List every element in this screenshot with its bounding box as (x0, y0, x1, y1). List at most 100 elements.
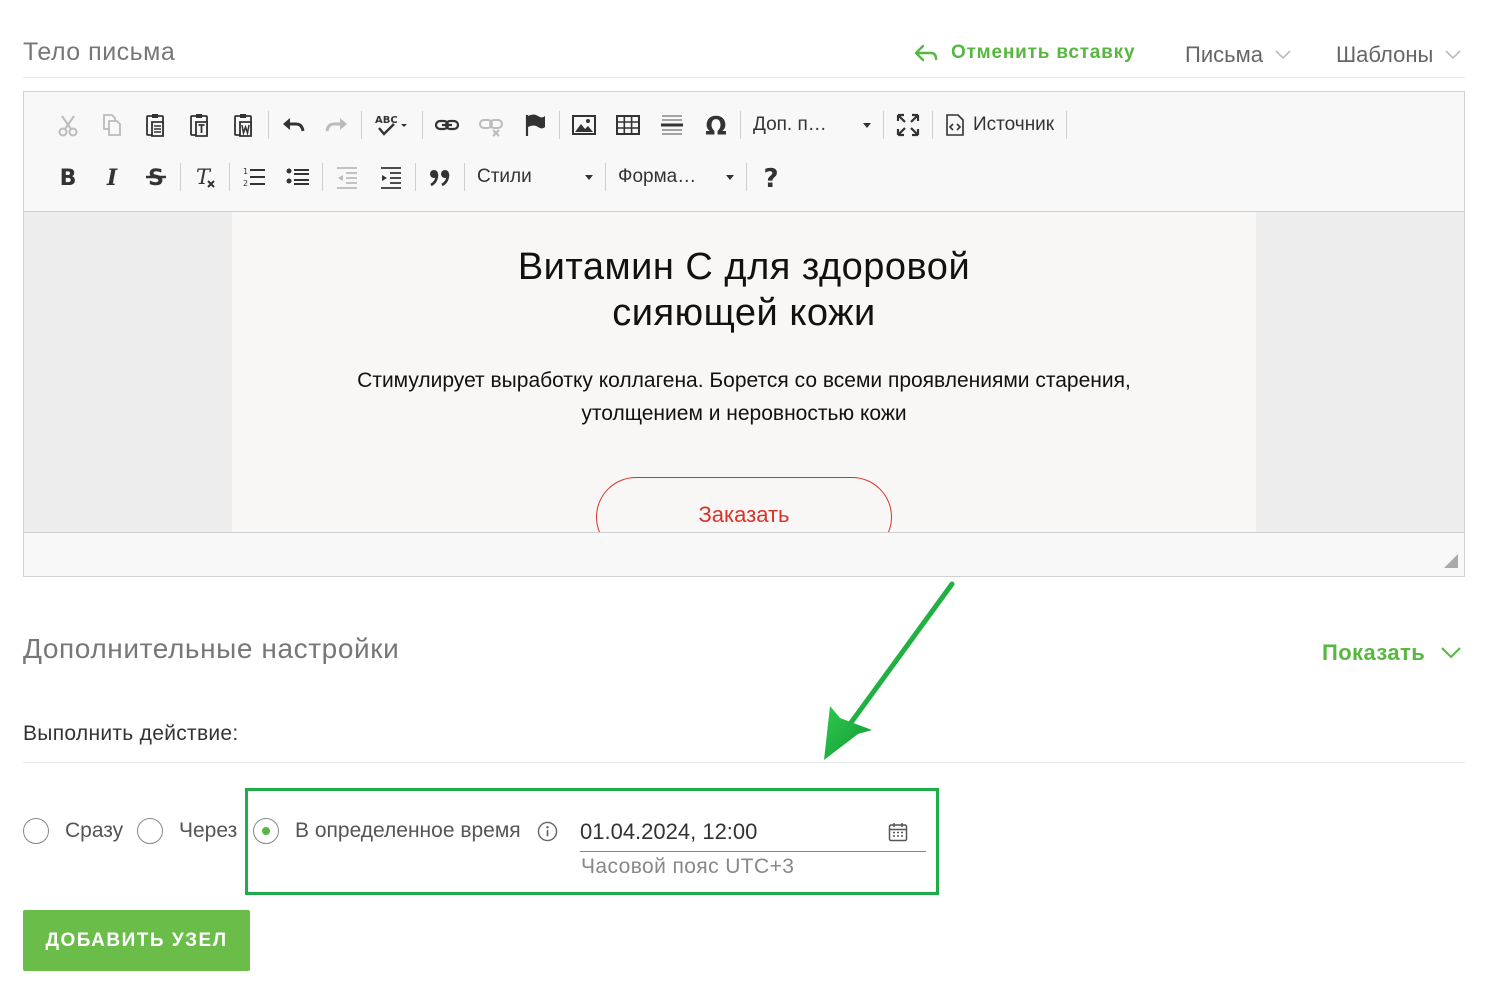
email-headline: Витамин С для здоровой сияющей кожи (232, 244, 1256, 336)
indent-button[interactable] (369, 157, 413, 197)
svg-text:?: ? (763, 164, 778, 190)
paste-text-icon (190, 114, 208, 137)
email-subtitle: Стимулирует выработку коллагена. Борется… (232, 364, 1256, 430)
toolbar-separator (746, 163, 747, 191)
styles-dropdown[interactable]: Стили (467, 157, 603, 197)
undo-button[interactable] (271, 105, 315, 145)
svg-text:B: B (60, 166, 77, 190)
undo-icon (283, 118, 305, 132)
svg-text:2: 2 (243, 179, 248, 188)
order-button[interactable]: Заказать (596, 477, 892, 532)
extra-plugins-label: Доп. п… (753, 114, 827, 135)
source-button[interactable]: Источник (935, 105, 1064, 145)
unlink-icon (479, 119, 503, 137)
toolbar-separator (415, 163, 416, 191)
radio-immediately[interactable]: Сразу (23, 818, 123, 844)
wysiwyg-editor: ABC Ω Доп. п… Источник B I S (23, 91, 1465, 577)
bulleted-list-icon (286, 168, 309, 185)
paste-word-icon (234, 114, 252, 137)
email-subtitle-line: утолщением и неровностью кожи (581, 402, 907, 425)
quote-icon (430, 170, 450, 187)
email-subtitle-line: Стимулирует выработку коллагена. Борется… (357, 369, 1131, 392)
outdent-icon (337, 167, 357, 189)
table-button[interactable] (606, 105, 650, 145)
italic-button[interactable]: I (90, 157, 134, 197)
spellcheck-icon: ABC (375, 115, 407, 136)
strikethrough-icon: S (146, 166, 166, 190)
remove-format-button[interactable]: T (183, 157, 227, 197)
toolbar-separator (180, 163, 181, 191)
toolbar-separator (932, 111, 933, 139)
caret-down-icon (726, 174, 734, 180)
clear-format-icon: T (196, 165, 215, 189)
templates-dropdown[interactable]: Шаблоны (1336, 42, 1461, 68)
bold-button[interactable]: B (46, 157, 90, 197)
email-body-header: Тело письма Отменить вставку Письма Шабл… (23, 30, 1465, 78)
source-code-icon (946, 114, 964, 136)
strikethrough-button[interactable]: S (134, 157, 178, 197)
datetime-value: 01.04.2024, 12:00 (580, 818, 758, 844)
maximize-icon (896, 113, 920, 137)
advanced-settings-title: Дополнительные настройки (23, 633, 400, 664)
section-title: Тело письма (23, 38, 176, 66)
redo-icon (325, 118, 347, 132)
omega-icon: Ω (705, 112, 726, 138)
cut-button[interactable] (46, 105, 90, 145)
caret-down-icon (863, 122, 871, 128)
blockquote-button[interactable] (418, 157, 462, 197)
italic-icon: I (106, 165, 118, 190)
numbered-list-button[interactable]: 12 (232, 157, 276, 197)
chevron-down-icon (1275, 50, 1291, 60)
bulleted-list-button[interactable] (276, 157, 320, 197)
radio-label: Сразу (65, 819, 124, 842)
svg-text:Ω: Ω (705, 112, 726, 138)
help-button[interactable]: ? (749, 157, 793, 197)
toolbar-row-2: B I S T 12 Стили Форма… ? (46, 157, 793, 197)
add-node-button[interactable]: ДОБАВИТЬ УЗЕЛ (23, 910, 250, 971)
redo-button[interactable] (315, 105, 359, 145)
datetime-input[interactable]: 01.04.2024, 12:00 (580, 812, 926, 852)
question-icon: ? (763, 164, 778, 190)
extra-plugins-dropdown[interactable]: Доп. п… (743, 105, 881, 145)
image-button[interactable] (562, 105, 606, 145)
maximize-button[interactable] (886, 105, 930, 145)
radio-after-delay[interactable]: Через (137, 818, 237, 844)
undo-arrow-icon (914, 44, 938, 62)
bold-icon: B (60, 166, 77, 190)
toolbar-separator (883, 111, 884, 139)
toolbar-separator (605, 163, 606, 191)
radio-circle (23, 818, 49, 844)
special-char-button[interactable]: Ω (694, 105, 738, 145)
spellcheck-button[interactable]: ABC (364, 105, 420, 145)
outdent-button[interactable] (325, 157, 369, 197)
editor-toolbar: ABC Ω Доп. п… Источник B I S (24, 92, 1464, 212)
editor-statusbar (24, 532, 1464, 576)
editor-content-area[interactable]: Витамин С для здоровой сияющей кожи Стим… (24, 212, 1464, 532)
anchor-button[interactable] (513, 105, 557, 145)
paste-word-button[interactable] (222, 105, 266, 145)
undo-paste-button[interactable]: Отменить вставку (913, 42, 1135, 64)
show-advanced-button[interactable]: Показать (1322, 640, 1461, 666)
source-label: Источник (973, 114, 1055, 135)
unlink-button[interactable] (469, 105, 513, 145)
horizontal-rule-button[interactable] (650, 105, 694, 145)
letters-dropdown[interactable]: Письма (1185, 42, 1291, 68)
svg-text:1: 1 (243, 167, 248, 176)
paste-icon (146, 114, 164, 137)
templates-label: Шаблоны (1336, 42, 1434, 67)
chevron-down-icon (1445, 50, 1461, 60)
paste-button[interactable] (134, 105, 178, 145)
info-icon[interactable] (537, 821, 558, 842)
caret-down-icon (585, 174, 593, 180)
format-dropdown[interactable]: Форма… (608, 157, 744, 197)
annotation-arrow (824, 581, 955, 760)
calendar-icon[interactable] (888, 822, 908, 842)
copy-button[interactable] (90, 105, 134, 145)
paste-text-button[interactable] (178, 105, 222, 145)
resize-handle[interactable] (1444, 554, 1458, 568)
letters-label: Письма (1185, 42, 1263, 67)
svg-text:I: I (106, 165, 118, 190)
format-label: Форма… (618, 166, 697, 187)
table-icon (616, 115, 640, 135)
link-button[interactable] (425, 105, 469, 145)
